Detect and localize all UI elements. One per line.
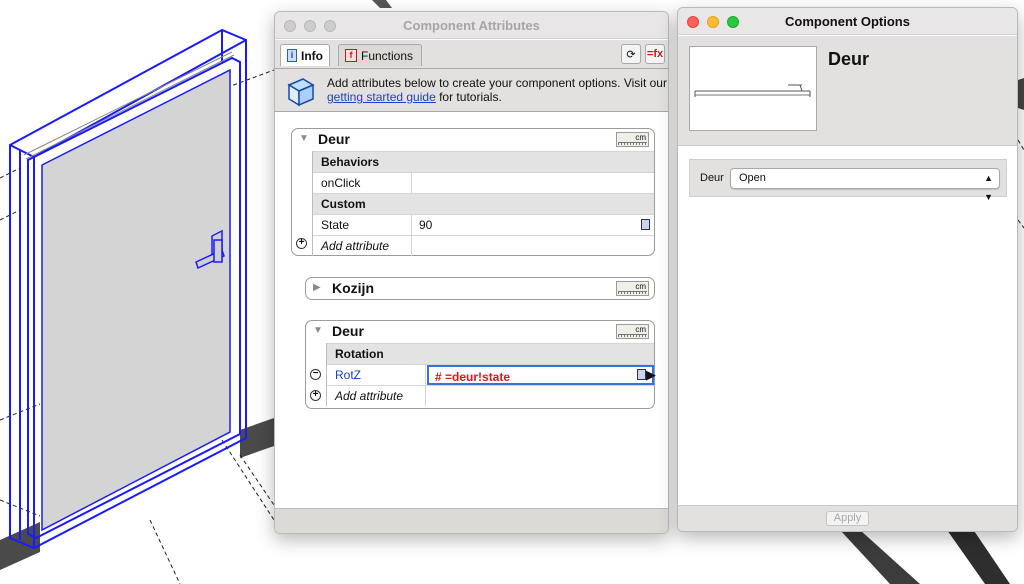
group-header[interactable]: ▶ Kozijn cm xyxy=(306,278,654,299)
collapsed-triangle-icon[interactable]: ▶ xyxy=(313,282,321,293)
attribute-table: Rotation RotZ # =deur!state ▶ Add attrib… xyxy=(326,343,656,406)
add-attribute-row[interactable]: Add attribute xyxy=(313,235,654,256)
floor-strip xyxy=(1018,78,1024,110)
units-label: cm xyxy=(635,325,646,334)
attribute-group-deur: ▼ Deur cm Behaviors onClick Custom State… xyxy=(291,128,655,256)
info-icon: i xyxy=(287,49,297,62)
refresh-icon: ⟳ xyxy=(626,48,636,61)
component-thumbnail xyxy=(689,46,817,131)
floor-strip xyxy=(372,0,392,8)
section-label: Rotation xyxy=(335,347,384,361)
add-attribute-row[interactable]: Add attribute xyxy=(327,385,654,406)
formula-value-field[interactable]: # =deur!state xyxy=(427,365,654,385)
section-row: Rotation xyxy=(327,343,654,364)
refresh-button[interactable]: ⟳ xyxy=(621,44,641,64)
units-ruler-icon[interactable]: cm xyxy=(616,324,649,339)
group-header[interactable]: ▼ Deur cm xyxy=(306,321,654,342)
formula-icon: =fx xyxy=(646,48,664,60)
attribute-table: Behaviors onClick Custom State 90 Add at… xyxy=(312,151,654,256)
window-footer xyxy=(275,508,668,533)
delete-attribute-icon[interactable]: − xyxy=(310,369,321,380)
updown-chevron-icon: ▲ ▼ xyxy=(984,173,993,202)
window-controls xyxy=(284,20,336,32)
attribute-row: RotZ # =deur!state ▶ xyxy=(327,364,656,385)
getting-started-link[interactable]: getting started guide xyxy=(327,90,436,104)
minimize-window-button[interactable] xyxy=(304,20,316,32)
add-attribute-label[interactable]: Add attribute xyxy=(313,236,412,256)
attributes-body: ▼ Deur cm Behaviors onClick Custom State… xyxy=(275,113,668,510)
tab-functions-label: Functions xyxy=(361,48,414,63)
option-select-value: Open xyxy=(739,172,766,184)
units-ruler-icon[interactable]: cm xyxy=(616,281,649,296)
window-controls xyxy=(687,16,739,28)
option-label: Deur xyxy=(700,172,724,184)
info-banner: Add attributes below to create your comp… xyxy=(275,68,668,112)
group-header[interactable]: ▼ Deur cm xyxy=(292,129,654,150)
close-window-button[interactable] xyxy=(687,16,699,28)
component-cube-icon xyxy=(287,78,315,107)
units-ruler-icon[interactable]: cm xyxy=(616,132,649,147)
add-attribute-icon[interactable]: + xyxy=(310,390,321,401)
tab-info[interactable]: i Info xyxy=(280,44,330,66)
options-footer: Apply xyxy=(678,505,1017,531)
component-name: Deur xyxy=(828,49,870,69)
add-attribute-label[interactable]: Add attribute xyxy=(327,386,426,406)
attribute-group-kozijn[interactable]: ▶ Kozijn cm xyxy=(305,277,655,300)
options-body: Deur Open ▲ ▼ xyxy=(678,147,1017,507)
section-label: Custom xyxy=(321,197,366,211)
zoom-window-button[interactable] xyxy=(727,16,739,28)
add-attribute-icon[interactable]: + xyxy=(296,238,307,249)
units-label: cm xyxy=(635,282,646,291)
functions-icon: f xyxy=(345,49,357,62)
component-options-window: Component Options Deur Deur Open ▲ ▼ App… xyxy=(677,7,1018,532)
tab-info-label: Info xyxy=(301,48,323,63)
option-select[interactable]: Open ▲ ▼ xyxy=(730,168,1000,202)
formula-toggle-button[interactable]: =fx xyxy=(645,44,665,64)
attribute-name[interactable]: RotZ xyxy=(327,365,426,385)
attribute-row: onClick xyxy=(313,172,654,193)
group-title: Deur xyxy=(318,131,350,147)
apply-button[interactable]: Apply xyxy=(826,511,869,526)
floor-strip xyxy=(840,530,920,584)
zoom-window-button[interactable] xyxy=(324,20,336,32)
attribute-group-deur-child: ▼ Deur cm Rotation RotZ # =deur!state ▶ xyxy=(305,320,656,409)
attribute-name[interactable]: State xyxy=(313,215,412,235)
group-title: Kozijn xyxy=(332,280,374,296)
component-header: Deur xyxy=(678,36,1017,146)
tab-functions[interactable]: f Functions xyxy=(338,44,422,66)
section-row: Behaviors xyxy=(313,151,654,172)
info-text: Add attributes below to create your comp… xyxy=(327,76,667,90)
door-thumbnail-icon xyxy=(694,84,811,97)
close-window-button[interactable] xyxy=(284,20,296,32)
calculator-icon[interactable] xyxy=(637,369,646,380)
section-label: Behaviors xyxy=(321,155,380,169)
expanded-triangle-icon[interactable]: ▼ xyxy=(299,133,309,144)
attribute-value[interactable]: 90 xyxy=(413,215,654,235)
calculator-icon[interactable] xyxy=(641,219,650,230)
minimize-window-button[interactable] xyxy=(707,16,719,28)
desktop: Component Attributes i Info f Functions … xyxy=(0,0,1024,584)
option-row: Deur Open ▲ ▼ xyxy=(689,159,1007,202)
attribute-name[interactable]: onClick xyxy=(313,173,412,193)
expanded-triangle-icon[interactable]: ▼ xyxy=(313,325,323,336)
group-title: Deur xyxy=(332,323,364,339)
arrow-right-icon[interactable]: ▶ xyxy=(646,367,656,383)
attribute-value[interactable] xyxy=(413,173,654,193)
units-label: cm xyxy=(635,133,646,142)
info-text-after: for tutorials. xyxy=(439,90,502,104)
component-attributes-window: Component Attributes i Info f Functions … xyxy=(274,11,669,534)
section-row: Custom xyxy=(313,193,654,214)
attribute-row: State 90 xyxy=(313,214,654,235)
